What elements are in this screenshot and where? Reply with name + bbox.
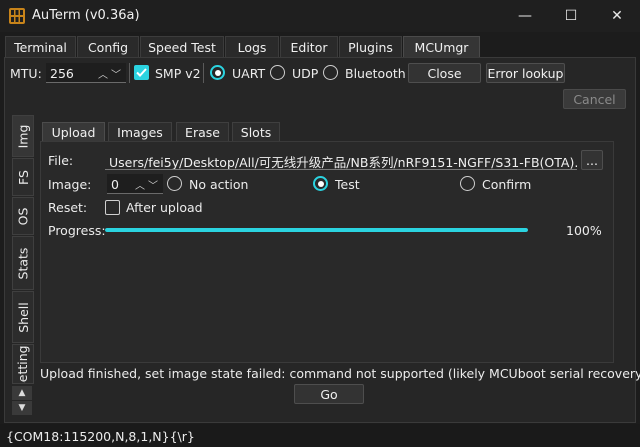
subtab-slots[interactable]: Slots — [232, 122, 280, 142]
close-window-button[interactable]: ✕ — [594, 0, 640, 32]
side-tab-label: OS — [15, 207, 31, 225]
subtab-images[interactable]: Images — [108, 122, 172, 142]
toolbar-separator — [203, 63, 204, 83]
subtab-upload[interactable]: Upload — [42, 122, 105, 142]
side-tabs-scroll-down[interactable]: ▼ — [12, 401, 32, 415]
smp-v2-checkbox[interactable] — [134, 65, 149, 80]
maximize-button[interactable]: ☐ — [548, 0, 594, 32]
error-lookup-button[interactable]: Error lookup — [486, 63, 565, 83]
smp-v2-label: SMP v2 — [155, 66, 201, 81]
side-tab-label: Stats — [15, 247, 31, 279]
bluetooth-radio[interactable] — [323, 65, 338, 80]
status-bar: {COM18:115200,N,8,1,N}{\r} — [0, 424, 640, 447]
tab-editor[interactable]: Editor — [280, 36, 338, 58]
image-label: Image: — [48, 177, 92, 192]
file-path-input[interactable]: Users/fei5y/Desktop/All/可无线升级产品/NB系列/nRF… — [105, 150, 577, 170]
title-bar[interactable]: AuTerm (v0.36a) — ☐ ✕ — [0, 0, 640, 32]
side-tab-img[interactable]: Img — [12, 115, 34, 157]
mtu-label: MTU: — [10, 66, 42, 81]
no-action-radio[interactable] — [167, 176, 182, 191]
app-logo-icon — [9, 8, 25, 24]
file-label: File: — [48, 153, 74, 168]
window-title: AuTerm (v0.36a) — [32, 8, 140, 23]
reset-label: Reset: — [48, 200, 88, 215]
triangle-down-icon: ▼ — [18, 403, 26, 413]
test-label: Test — [335, 177, 360, 192]
side-tab-os[interactable]: OS — [12, 197, 34, 235]
side-tab-label: FS — [15, 169, 31, 185]
minimize-icon: — — [518, 8, 532, 24]
toolbar-separator — [129, 63, 130, 83]
mtu-spinbox[interactable]: 256 ︿﹀ — [46, 63, 126, 83]
status-message: Upload finished, set image state failed:… — [40, 366, 640, 381]
subtab-erase[interactable]: Erase — [176, 122, 229, 142]
progress-fill — [105, 228, 528, 232]
after-upload-label: After upload — [126, 200, 203, 215]
minimize-button[interactable]: — — [502, 0, 548, 32]
upload-progress-bar — [105, 228, 528, 232]
tab-speed-test[interactable]: Speed Test — [140, 36, 224, 58]
tab-logs[interactable]: Logs — [225, 36, 279, 58]
checkmark-icon — [136, 68, 147, 77]
udp-radio[interactable] — [270, 65, 285, 80]
side-tab-fs[interactable]: FS — [12, 158, 34, 196]
no-action-label: No action — [189, 177, 249, 192]
port-settings-text: {COM18:115200,N,8,1,N}{\r} — [6, 429, 195, 444]
go-button[interactable]: Go — [294, 384, 364, 404]
image-value: 0 — [111, 177, 119, 192]
confirm-label: Confirm — [482, 177, 532, 192]
main-tab-bar: Terminal Config Speed Test Logs Editor P… — [0, 36, 640, 58]
cancel-button[interactable]: Cancel — [563, 89, 626, 109]
test-radio[interactable] — [313, 176, 328, 191]
side-tab-stats[interactable]: Stats — [12, 236, 34, 290]
mtu-value: 256 — [50, 66, 74, 81]
tab-terminal[interactable]: Terminal — [5, 36, 76, 58]
triangle-up-icon: ▲ — [18, 388, 26, 398]
side-tab-settings[interactable]: Settings — [12, 344, 34, 384]
spin-arrows-icon[interactable]: ︿﹀ — [98, 66, 124, 81]
image-spinbox[interactable]: 0 ︿﹀ — [107, 174, 163, 194]
side-tabs-scroll-up[interactable]: ▲ — [12, 386, 32, 400]
uart-radio[interactable] — [210, 65, 225, 80]
close-button[interactable]: Close — [408, 63, 481, 83]
close-icon: ✕ — [611, 8, 623, 24]
browse-button[interactable]: ... — [581, 150, 603, 170]
bluetooth-label: Bluetooth — [345, 66, 406, 81]
progress-label: Progress: — [48, 223, 106, 238]
tab-config[interactable]: Config — [77, 36, 139, 58]
side-tab-shell[interactable]: Shell — [12, 291, 34, 343]
confirm-radio[interactable] — [460, 176, 475, 191]
tab-mcumgr[interactable]: MCUmgr — [403, 36, 480, 58]
side-tab-label: Img — [15, 124, 31, 148]
udp-label: UDP — [292, 66, 319, 81]
progress-percent: 100% — [566, 223, 602, 238]
spin-arrows-icon[interactable]: ︿﹀ — [135, 177, 161, 192]
side-tab-label: Shell — [15, 301, 31, 333]
after-upload-checkbox[interactable] — [105, 200, 120, 215]
uart-label: UART — [232, 66, 266, 81]
maximize-icon: ☐ — [564, 8, 578, 24]
tab-plugins[interactable]: Plugins — [339, 36, 402, 58]
side-tab-label: Settings — [15, 344, 31, 384]
